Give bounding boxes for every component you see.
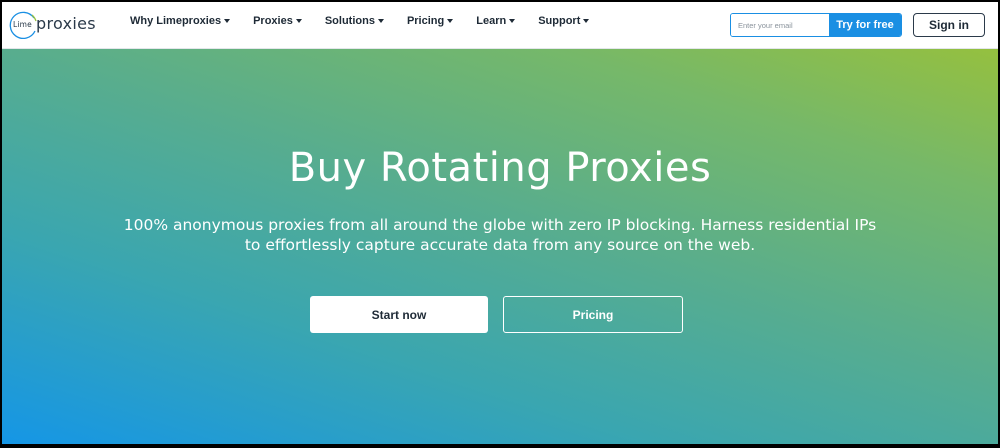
top-navbar: Lime proxies Why Limeproxies Proxies Sol… (2, 2, 998, 49)
nav-item-label: Why Limeproxies (130, 15, 222, 27)
nav-item-label: Pricing (406, 15, 445, 27)
hero-section: Buy Rotating Proxies 100% anonymous prox… (2, 49, 998, 444)
hero-subtitle: 100% anonymous proxies from all around t… (123, 216, 877, 254)
pricing-button[interactable]: Pricing (503, 296, 683, 333)
nav-item-proxies[interactable]: Proxies (253, 15, 302, 27)
signup-form: Try for free (730, 13, 902, 37)
try-for-free-button[interactable]: Try for free (829, 14, 901, 36)
nav-item-why-limeproxies[interactable]: Why Limeproxies (130, 15, 231, 27)
nav-item-learn[interactable]: Learn (476, 15, 516, 27)
logo-small-text: Lime (13, 20, 32, 29)
caret-down-icon (509, 19, 516, 23)
sign-in-button[interactable]: Sign in (913, 13, 985, 37)
caret-down-icon (583, 19, 590, 23)
caret-down-icon (295, 19, 302, 23)
nav-item-label: Support (538, 15, 581, 27)
nav-item-label: Solutions (324, 15, 375, 27)
nav-item-label: Learn (476, 15, 507, 27)
hero-title: Buy Rotating Proxies (288, 145, 712, 191)
main-nav: Why Limeproxies Proxies Solutions Pricin… (130, 13, 612, 29)
nav-item-pricing[interactable]: Pricing (406, 15, 454, 27)
nav-item-support[interactable]: Support (538, 15, 590, 27)
caret-down-icon (377, 19, 384, 23)
caret-down-icon (224, 19, 231, 23)
nav-item-solutions[interactable]: Solutions (325, 15, 384, 27)
nav-item-label: Proxies (253, 15, 293, 27)
caret-down-icon (447, 19, 454, 23)
email-input[interactable] (731, 14, 829, 36)
limeproxies-logo[interactable]: Lime proxies (8, 10, 98, 42)
logo-wordmark: proxies (36, 14, 96, 33)
start-now-button[interactable]: Start now (310, 296, 488, 333)
page-frame: Lime proxies Why Limeproxies Proxies Sol… (2, 2, 998, 444)
